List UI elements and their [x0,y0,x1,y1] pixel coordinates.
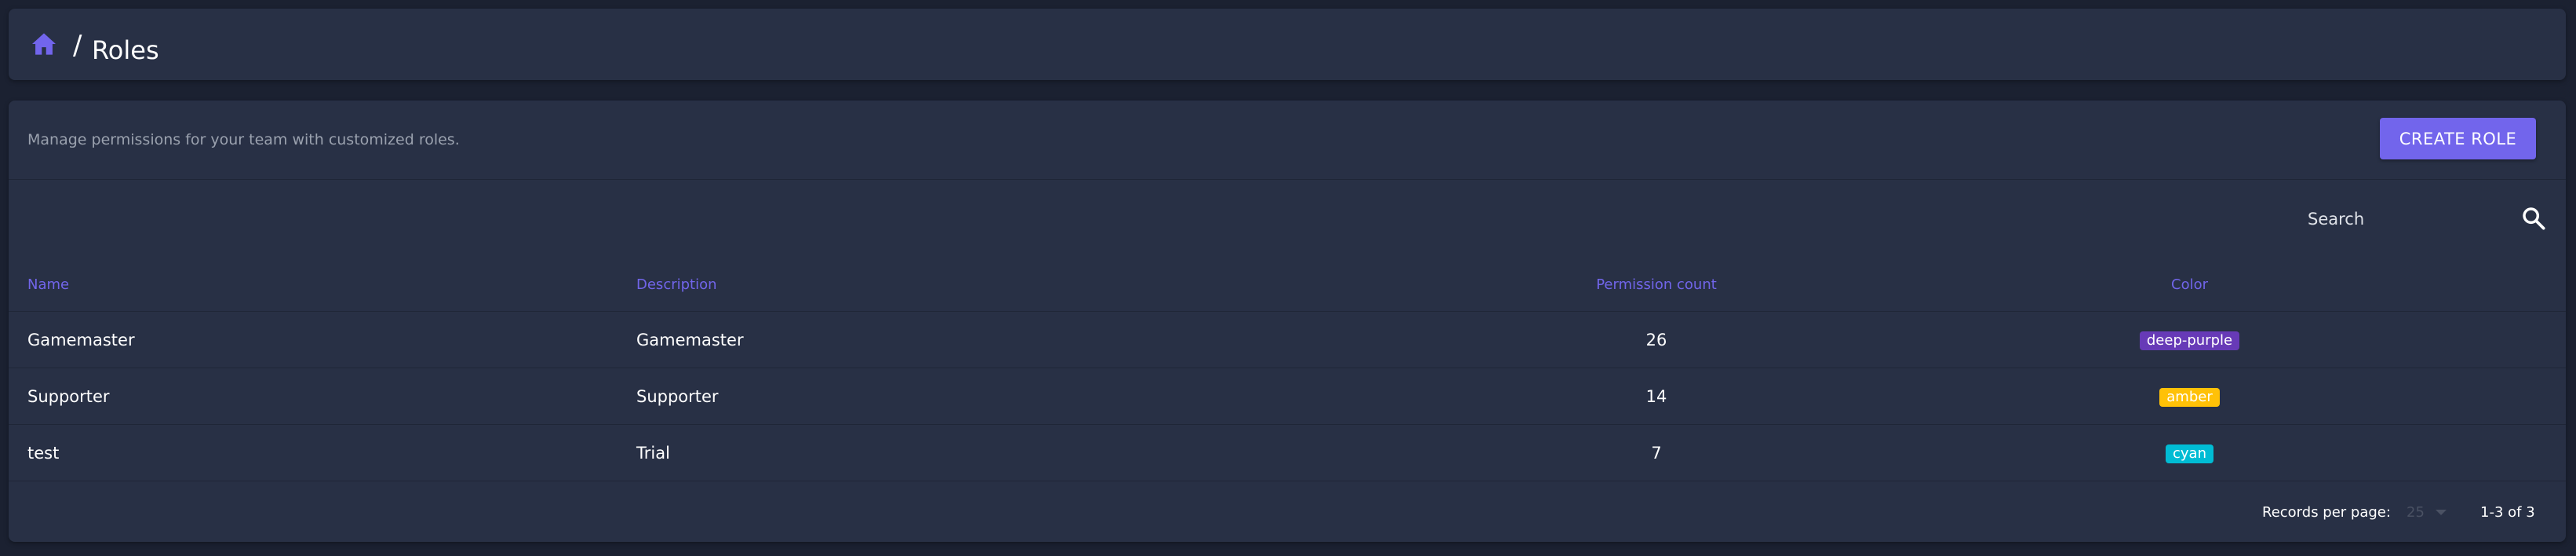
role-name: Supporter [9,368,636,425]
table-row[interactable]: Supporter Supporter 14 amber [9,368,2566,425]
color-chip: cyan [2166,444,2213,463]
roles-card: Manage permissions for your team with cu… [9,101,2566,542]
column-header-description[interactable]: Description [636,258,1499,312]
page-subtitle: Manage permissions for your team with cu… [27,131,460,148]
role-permission-count: 26 [1499,311,1813,368]
role-name: Gamemaster [9,311,636,368]
table-row[interactable]: test Trial 7 cyan [9,424,2566,481]
roles-toolbar: Manage permissions for your team with cu… [9,101,2566,180]
role-color-cell: cyan [1813,424,2566,481]
breadcrumb-separator: / [73,30,82,61]
color-chip: deep-purple [2139,331,2240,350]
pagination-range: 1-3 of 3 [2480,504,2535,521]
column-header-color[interactable]: Color [1813,258,2566,312]
rows-per-page-select[interactable]: 25 [2407,499,2461,525]
search-icon[interactable] [2521,206,2546,231]
role-name: test [9,424,636,481]
search-box [2306,201,2556,237]
create-role-button[interactable]: CREATE ROLE [2380,118,2536,159]
role-description: Supporter [636,368,1499,425]
color-chip: amber [2159,387,2220,407]
chevron-down-icon [2435,509,2447,515]
column-header-permission-count[interactable]: Permission count [1499,258,1813,312]
column-header-name[interactable]: Name [9,258,636,312]
table-row[interactable]: Gamemaster Gamemaster 26 deep-purple [9,311,2566,368]
rows-per-page-value: 25 [2407,503,2425,521]
role-description: Trial [636,424,1499,481]
roles-table: Name Description Permission count Color … [9,258,2566,481]
rows-per-page-label: Records per page: [2262,504,2391,521]
home-icon[interactable] [31,32,57,56]
search-input[interactable] [2306,201,2513,237]
pagination-footer: Records per page: 25 1-3 of 3 [9,485,2566,542]
role-color-cell: amber [1813,368,2566,425]
page-title: Roles [92,35,159,65]
role-color-cell: deep-purple [1813,311,2566,368]
page-header: / Roles [9,9,2566,80]
table-header-row: Name Description Permission count Color [9,258,2566,312]
role-permission-count: 7 [1499,424,1813,481]
role-permission-count: 14 [1499,368,1813,425]
role-description: Gamemaster [636,311,1499,368]
